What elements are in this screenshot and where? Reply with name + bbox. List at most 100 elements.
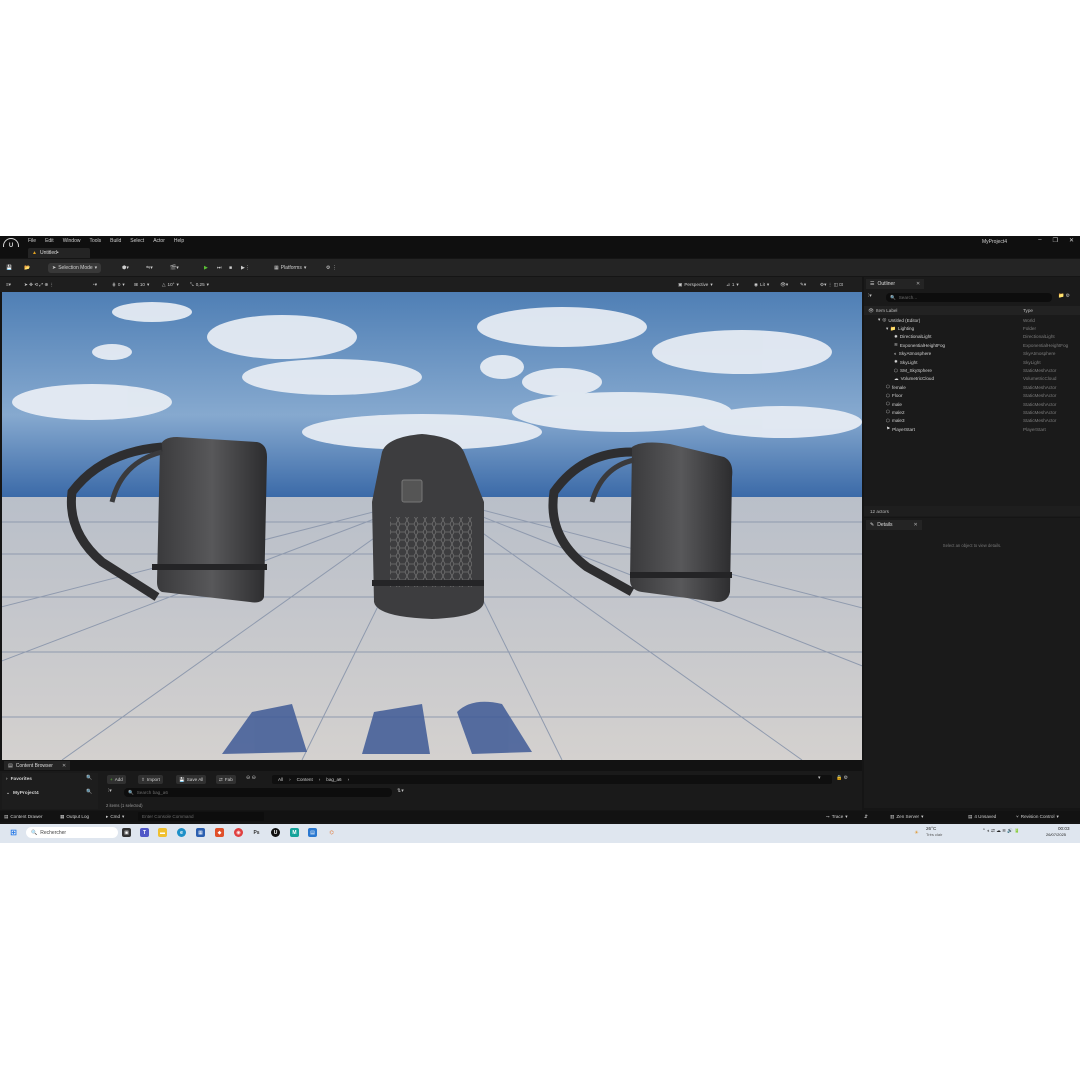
outliner-row[interactable]: ▾ 📁 Lighting Folder (864, 324, 1080, 332)
outliner-row[interactable]: ✹ SkyLight SkyLight (864, 358, 1080, 366)
zen-server-button[interactable]: ▥ Zen Server ▾ (890, 812, 923, 821)
photoshop-icon[interactable]: Ps (252, 828, 261, 837)
surface-snap-button[interactable]: ◔▾ (92, 280, 97, 289)
outliner-row[interactable]: ☁ VolumetricCloud VolumetricCloud (864, 375, 1080, 383)
item-label-column[interactable]: Item Label (876, 308, 897, 313)
stop-button[interactable]: ■ (229, 262, 232, 273)
outliner-row[interactable]: ⬡ male StaticMeshActor (864, 400, 1080, 408)
menu-actor[interactable]: Actor (153, 238, 165, 244)
menu-file[interactable]: File (28, 238, 36, 244)
history-nav-icon[interactable]: ⊖ ⊖ (246, 775, 256, 781)
step-button[interactable]: ⏭ (217, 262, 222, 273)
scale-snap-toggle[interactable]: ⤡ 0,25 ▾ (190, 280, 209, 289)
outliner-row[interactable]: ◐ SkyAtmosphere SkyAtmosphere (864, 350, 1080, 358)
outliner-row[interactable]: ⬡ Floor StaticMeshActor (864, 392, 1080, 400)
content-search-input[interactable]: 🔍 Search bag_a6 (124, 788, 392, 797)
outliner-row[interactable]: ⬡ SM_SkySphere StaticMeshActor (864, 366, 1080, 374)
browse-icon[interactable]: 📂 (24, 262, 30, 273)
close-icon[interactable]: ✕ (914, 522, 918, 528)
menu-window[interactable]: Window (63, 238, 81, 244)
restore-button[interactable]: ❐ (1053, 237, 1058, 244)
outliner-row[interactable]: ⚑ PlayerStart PlayerStart (864, 425, 1080, 433)
breadcrumb-bag-a6[interactable]: bag_a6 (326, 777, 341, 782)
chevron-down-icon[interactable]: ▾ (878, 317, 880, 323)
unreal-taskbar-icon[interactable]: U (271, 828, 280, 837)
outliner-row[interactable]: ⬡ female StaticMeshActor (864, 383, 1080, 391)
tab-untitled[interactable]: ▲ Untitled• (28, 248, 90, 258)
filter-icon[interactable]: ⫶▾ (868, 293, 872, 299)
save-all-button[interactable]: 💾 Save All (176, 775, 207, 784)
add-actor-button[interactable]: ⬢▾ (122, 262, 129, 273)
import-button[interactable]: ⇪ Import (138, 775, 163, 784)
revision-control-button[interactable]: ⑂ Revision Control ▾ (1016, 812, 1059, 821)
selection-mode-button[interactable]: ➤ Selection Mode ▾ (48, 262, 102, 273)
save-icon[interactable]: 💾 (6, 262, 12, 273)
type-column[interactable]: Type (1023, 308, 1033, 313)
breadcrumb-content[interactable]: Content (297, 777, 313, 782)
console-command-input[interactable]: Enter Console Command (138, 812, 264, 821)
task-view-icon[interactable]: ▣ (122, 828, 131, 837)
tab-details[interactable]: ✎ Details ✕ (866, 520, 922, 530)
search-icon[interactable]: 🔍 (86, 775, 92, 781)
close-icon[interactable]: ✕ (916, 281, 920, 287)
outliner-row[interactable]: ≋ ExponentialHeightFog ExponentialHeightFo… (864, 341, 1080, 349)
location-snap-toggle[interactable]: ⊞ 10 ▾ (134, 280, 149, 289)
clock-time[interactable]: 00:03 (1058, 826, 1070, 831)
outliner-search-input[interactable]: 🔍 Search... (886, 293, 1052, 302)
chrome-icon[interactable]: ◉ (234, 828, 243, 837)
unsaved-button[interactable]: ▤ 4 Unsaved (968, 812, 996, 821)
fab-button[interactable]: ⇄ Fab (216, 775, 236, 784)
show-flags-button[interactable]: 👁▾ (780, 280, 788, 289)
cmd-dropdown[interactable]: ▸ Cmd ▾ (106, 812, 124, 821)
sort-icon[interactable]: ⇅▾ (397, 788, 404, 794)
outliner-row[interactable]: ⬡ male2 StaticMeshActor (864, 408, 1080, 416)
tool-icon[interactable]: ⌬ (327, 828, 336, 837)
rotation-snap-toggle[interactable]: △ 10° ▾ (162, 280, 179, 289)
menu-tools[interactable]: Tools (89, 238, 101, 244)
platforms-button[interactable]: ▦ Platforms ▾ (274, 262, 306, 273)
minimize-button[interactable]: – (1038, 237, 1041, 244)
brave-icon[interactable]: ◆ (215, 828, 224, 837)
lock-icon[interactable]: 🔒 ⚙ (836, 775, 848, 781)
viewport-menu-button[interactable]: ≡▾ (6, 280, 11, 289)
menu-help[interactable]: Help (174, 238, 184, 244)
lit-mode-button[interactable]: ◉ Lit ▾ (754, 280, 769, 289)
close-button[interactable]: ✕ (1069, 237, 1074, 244)
perspective-button[interactable]: ▣ Perspective ▾ (678, 280, 713, 289)
favorites-section[interactable]: › Favorites (6, 775, 32, 784)
menu-build[interactable]: Build (110, 238, 121, 244)
blueprint-button[interactable]: ⇋▾ (146, 262, 153, 273)
camera-speed-button[interactable]: ⊿ 1 ▾ (726, 280, 739, 289)
outliner-row[interactable]: ▾ ◎ Untitled (Editor) World (864, 316, 1080, 324)
cinematics-button[interactable]: 🎬▾ (170, 262, 179, 273)
file-explorer-icon[interactable]: ▬ (158, 828, 167, 837)
edge-icon[interactable]: e (177, 828, 186, 837)
filter-icon[interactable]: ⫶▾ (108, 788, 112, 794)
trace-button[interactable]: ⤳ Trace ▾ (826, 812, 848, 821)
outliner-row[interactable]: ✹ DirectionalLight DirectionalLight (864, 333, 1080, 341)
scalability-button[interactable]: ✎▾ (800, 280, 806, 289)
maya-icon[interactable]: M (290, 828, 299, 837)
breadcrumb-dropdown-icon[interactable]: ▾ (818, 775, 821, 781)
add-folder-icon[interactable]: 📁 ⚙ (1058, 293, 1070, 299)
clock-date[interactable]: 26/07/2025 (1046, 832, 1066, 837)
breadcrumb-all[interactable]: All (278, 777, 283, 782)
app-icon[interactable]: ▤ (308, 828, 317, 837)
store-icon[interactable]: ▦ (196, 828, 205, 837)
chevron-down-icon[interactable]: ▾ (886, 326, 888, 332)
search-icon[interactable]: 🔍 (86, 789, 92, 795)
teams-icon[interactable]: T (140, 828, 149, 837)
close-icon[interactable]: ✕ (62, 763, 66, 769)
taskbar-search[interactable]: 🔍 Rechercher (26, 827, 118, 838)
content-drawer-button[interactable]: ▤ Content Drawer (4, 812, 43, 821)
backpack-center[interactable] (372, 434, 484, 619)
viewport-settings-button[interactable]: ⚙▾ ⋮ ◫ ⊡ (820, 280, 843, 289)
project-section[interactable]: ⌄ MyProject4 (6, 789, 39, 798)
settings-button[interactable]: ⚙ ⋮ (326, 262, 337, 273)
tab-content-browser[interactable]: ▤ Content Browser ✕ (4, 761, 71, 770)
windows-start-icon[interactable]: ⊞ (9, 828, 18, 837)
outliner-row[interactable]: ⬡ male3 StaticMeshActor (864, 417, 1080, 425)
transform-tools[interactable]: ➤ ✥ ⟲ ⤢ ⊕ ⋮ (24, 280, 54, 289)
play-options-button[interactable]: ▶⋮ (241, 262, 250, 273)
grid-snap-toggle[interactable]: ⋕ 0 ▾ (112, 280, 125, 289)
